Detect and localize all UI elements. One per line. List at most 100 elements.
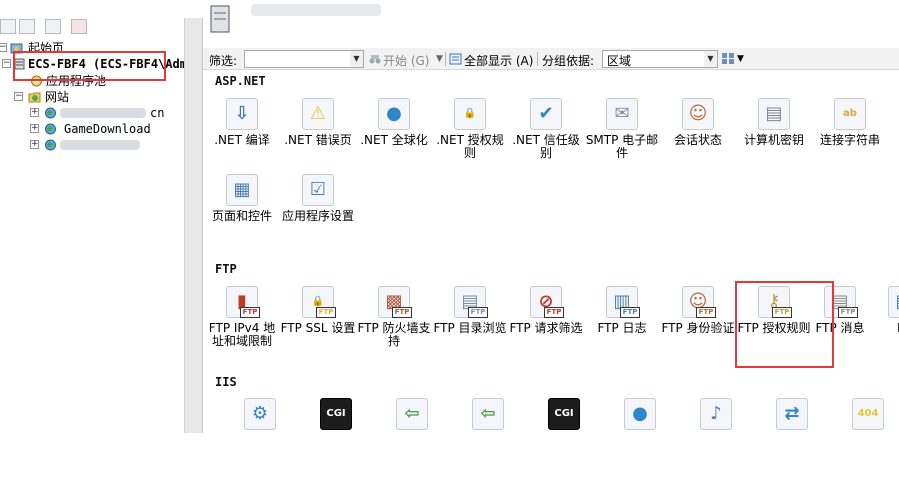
feature-item-handler-mappings[interactable]: ♪ [679, 398, 753, 478]
collapse-icon[interactable]: − [0, 43, 7, 52]
expand-icon[interactable]: + [30, 124, 39, 133]
tree-item-label: cn [150, 106, 165, 120]
isapi-cgi-icon: CGI [548, 398, 580, 430]
feature-item-ftp-log[interactable]: ▥ FTP FTP 日志 [585, 286, 659, 366]
dir-browse-icon: ⇦ [472, 398, 504, 430]
feature-item-providers[interactable]: ▦提 [883, 98, 899, 178]
feature-item-ftp-auth[interactable]: ☺ FTP FTP 身份验证 [661, 286, 735, 366]
error-page-icon: ⚠ [302, 98, 334, 130]
feature-item-ftp-request-filter[interactable]: ⊘ FTP FTP 请求筛选 [509, 286, 583, 366]
group-by-select[interactable]: 区域 ▼ [602, 50, 718, 68]
ftp-ipv4-icon: ▮ FTP [226, 286, 260, 318]
feature-item-ftp-firewall[interactable]: ▩ FTP FTP 防火墙支持 [357, 286, 431, 366]
section-header-aspnet: ASP.NET [215, 74, 266, 88]
feature-item-isapi-cgi[interactable]: CGI [527, 398, 601, 478]
feature-item-ftp-dir-browse[interactable]: ▤ FTP FTP 目录浏览 [433, 286, 507, 366]
error-pages-icon: 404 [852, 398, 884, 430]
dropdown-icon: ▼ [350, 51, 363, 67]
feature-label: FTP 目录浏览 [433, 321, 507, 335]
filter-label: 筛选: [209, 54, 238, 68]
feature-item-default-doc[interactable]: ⇦ [375, 398, 449, 478]
machine-key-icon: ▤ [758, 98, 790, 130]
ftp-badge-icon: FTP [240, 307, 260, 318]
feature-item-error-page[interactable]: ⚠ .NET 错误页 [281, 98, 355, 178]
filter-input[interactable]: ▼ [244, 50, 364, 68]
highlight-box-ftp-authz [735, 281, 834, 368]
feature-label: FTP 防火墙支持 [357, 321, 431, 348]
feature-item-ftp-user-isolation[interactable]: ▦FTP FT [867, 286, 899, 366]
feature-label: FT [865, 322, 899, 335]
feature-item-http-redirect[interactable]: ● [603, 398, 677, 478]
collapse-icon[interactable]: − [14, 92, 23, 101]
view-mode-icon[interactable] [721, 52, 735, 65]
cgi-icon: CGI [320, 398, 352, 430]
feature-item-ftp-ipv4[interactable]: ▮ FTP FTP IPv4 地址和域限制 [205, 286, 279, 366]
auth-rules-icon: 🔒 [454, 98, 486, 130]
tree-item-site-3[interactable]: + [0, 137, 184, 153]
feature-item-session[interactable]: ☺ 会话状态 [661, 98, 735, 178]
feature-item-connection-string[interactable]: ab 连接字符串 [813, 98, 887, 178]
section-header-ftp: FTP [215, 262, 237, 276]
go-dropdown-icon[interactable]: ▼ [436, 54, 443, 64]
default-doc-icon: ⇦ [396, 398, 428, 430]
ftp-badge-icon: FTP [392, 307, 412, 318]
ftp-user-isolation-icon: ▦FTP [888, 286, 899, 318]
pages-controls-icon: ▦ [226, 174, 258, 206]
feature-label: .NET 全球化 [360, 133, 428, 147]
feature-item-globe[interactable]: ● .NET 全球化 [357, 98, 431, 178]
ftp-ssl-icon: 🔒 FTP [302, 286, 336, 318]
ftp-dir-browse-icon: ▤ FTP [454, 286, 488, 318]
expand-icon[interactable]: + [30, 108, 39, 117]
ftp-request-filter-icon: ⊘ FTP [530, 286, 564, 318]
show-all-icon [449, 53, 462, 65]
show-all-button[interactable]: 全部显示 (A) [464, 52, 533, 69]
ftp-badge-icon: FTP [316, 307, 336, 318]
compile-icon: ⇩ [226, 98, 258, 130]
tree-item-label: 网站 [45, 90, 70, 104]
feature-label: FTP IPv4 地址和域限制 [208, 321, 276, 348]
ftp-log-icon: ▥ FTP [606, 286, 640, 318]
ftp-auth-icon: ☺ FTP [682, 286, 716, 318]
view-mode-dropdown-icon[interactable]: ▼ [737, 54, 744, 64]
feature-item-ftp-ssl[interactable]: 🔒 FTP FTP SSL 设置 [281, 286, 355, 366]
feature-item-error-pages[interactable]: 404 [831, 398, 899, 478]
feature-item-compile[interactable]: ⇩ .NET 编译 [205, 98, 279, 178]
up-icon[interactable] [45, 19, 61, 34]
ftp-badge-icon: FTP [544, 307, 564, 318]
feature-item-app-settings[interactable]: ☑ 应用程序设置 [281, 174, 355, 254]
group-by-value: 区域 [607, 54, 632, 68]
pane-splitter[interactable] [185, 18, 203, 433]
feature-item-smtp[interactable]: ✉ SMTP 电子邮件 [585, 98, 659, 178]
feature-label: 会话状态 [673, 133, 722, 147]
ftp-firewall-icon: ▩ FTP [378, 286, 412, 318]
go-button[interactable]: 开始 (G) [383, 52, 429, 69]
app-settings-icon: ☑ [302, 174, 334, 206]
feature-item-asp[interactable]: ⚙ [223, 398, 297, 478]
toolbar-separator [445, 52, 446, 66]
connections-pane: − 起始页 − ECS-FBF4 (ECS-FBF4\Adminis 应用程序池… [0, 18, 185, 433]
server-header-icon [210, 5, 230, 33]
feature-item-trust-level[interactable]: ✔ .NET 信任级别 [509, 98, 583, 178]
feature-item-auth-rules[interactable]: 🔒 .NET 授权规则 [433, 98, 507, 178]
feature-item-cgi[interactable]: CGI [299, 398, 373, 478]
tree-item-site-1[interactable]: + cn [0, 105, 184, 121]
feature-label: FTP 身份验证 [661, 321, 735, 335]
save-icon[interactable] [19, 19, 35, 34]
collapse-icon[interactable]: − [2, 59, 11, 68]
feature-item-compression[interactable]: ⇄ [755, 398, 829, 478]
disconnect-icon[interactable] [71, 19, 87, 34]
feature-label: SMTP 电子邮件 [585, 133, 659, 160]
feature-item-machine-key[interactable]: ▤ 计算机密钥 [737, 98, 811, 178]
connect-icon[interactable] [0, 19, 16, 34]
feature-item-dir-browse[interactable]: ⇦ [451, 398, 525, 478]
sites-folder-icon [28, 92, 41, 103]
tree-item-site-gamedownload[interactable]: + GameDownload [0, 121, 184, 137]
feature-item-pages-controls[interactable]: ▦ 页面和控件 [205, 174, 279, 254]
toolbar-separator [537, 52, 538, 66]
http-redirect-icon: ● [624, 398, 656, 430]
tree-item-sites[interactable]: − 网站 [0, 89, 184, 105]
expand-icon[interactable]: + [30, 140, 39, 149]
feature-label: 应用程序设置 [281, 209, 354, 223]
connection-string-icon: ab [834, 98, 866, 130]
globe-icon [45, 107, 56, 119]
